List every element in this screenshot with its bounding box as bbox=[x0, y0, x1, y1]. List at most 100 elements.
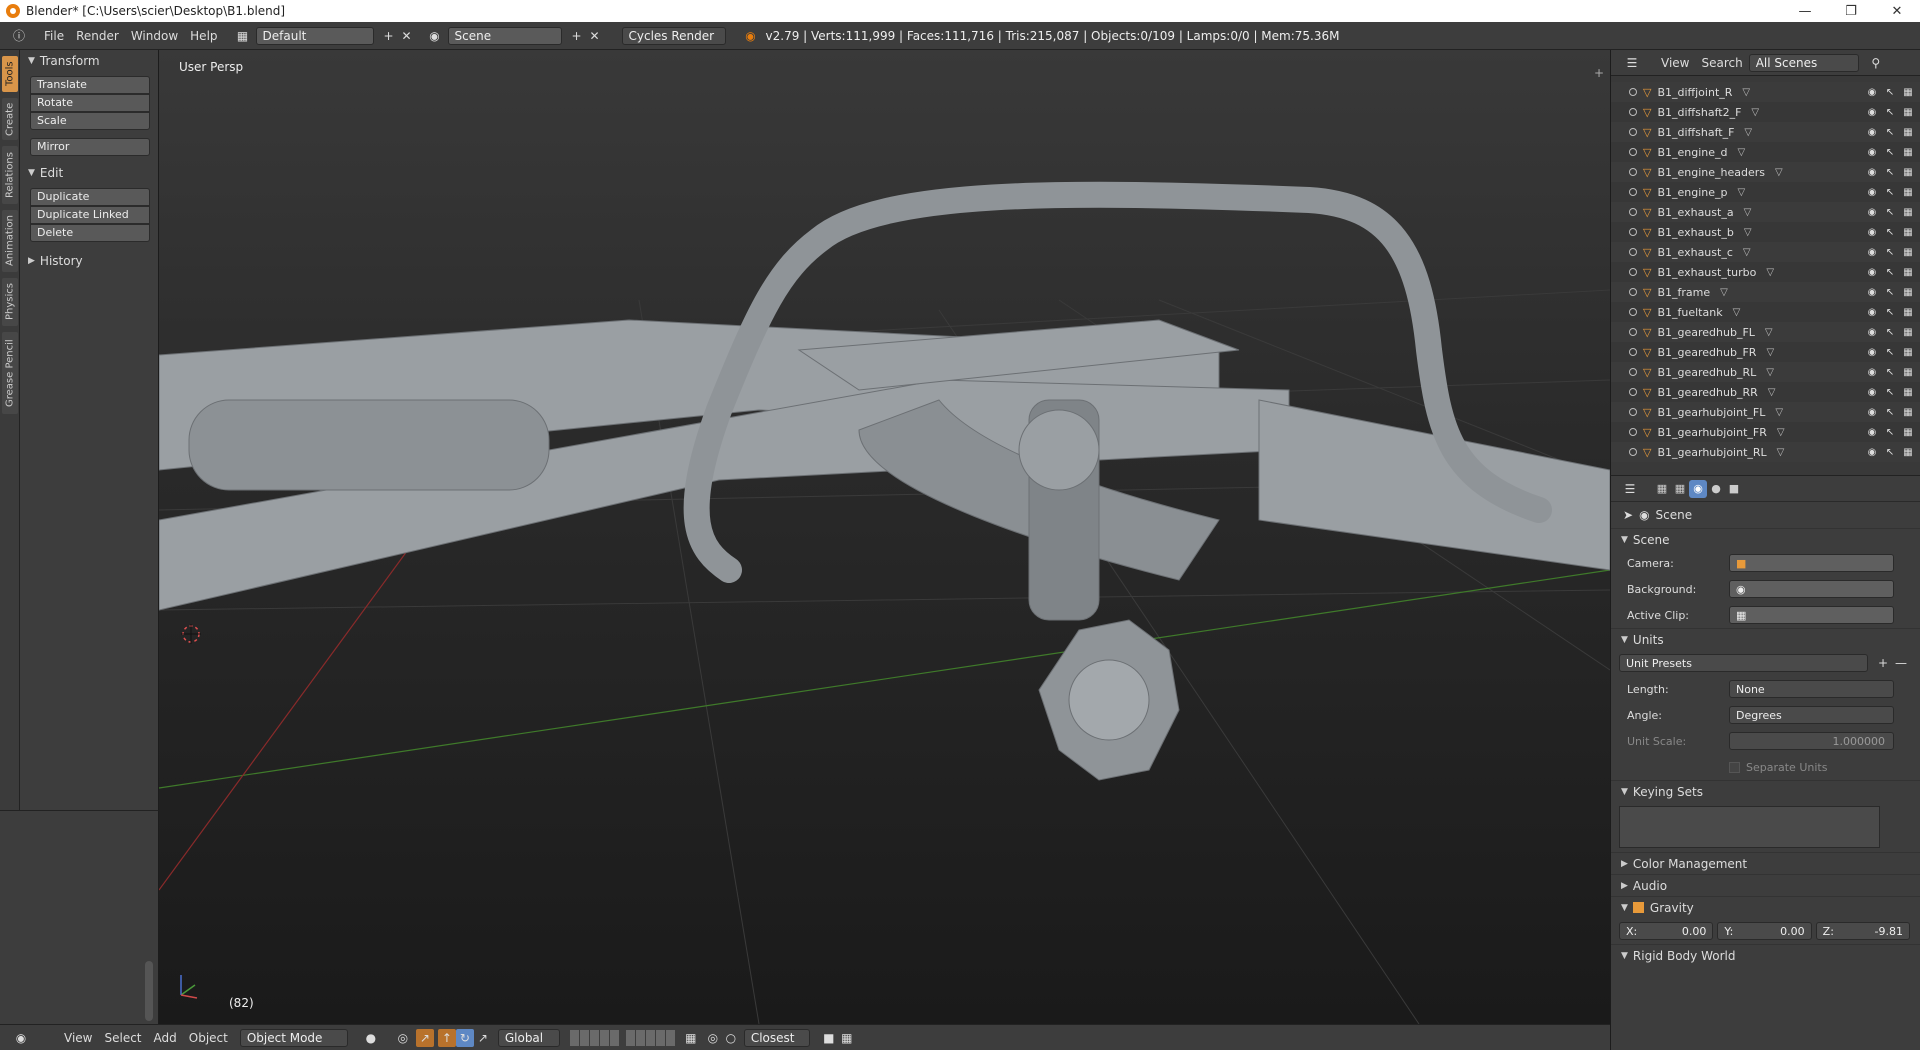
mirror-button[interactable]: Mirror bbox=[30, 138, 150, 156]
visibility-eye-icon[interactable]: ◉ bbox=[1866, 347, 1878, 358]
visibility-eye-icon[interactable]: ◉ bbox=[1866, 227, 1878, 238]
expand-icon[interactable] bbox=[1629, 188, 1637, 196]
expand-icon[interactable] bbox=[1629, 448, 1637, 456]
selectable-cursor-icon[interactable]: ↖ bbox=[1884, 427, 1896, 438]
gravity-checkbox[interactable] bbox=[1632, 902, 1644, 913]
outliner-row[interactable]: ▽ B1_gearhubjoint_RL ▽ ◉ ↖ ▦ bbox=[1611, 442, 1920, 462]
menu-view[interactable]: View bbox=[58, 1028, 98, 1048]
selectable-cursor-icon[interactable]: ↖ bbox=[1884, 167, 1896, 178]
expand-icon[interactable] bbox=[1629, 228, 1637, 236]
render-camera-icon[interactable]: ▦ bbox=[1902, 427, 1914, 438]
editor-type-icon[interactable]: ◉ bbox=[12, 1029, 30, 1047]
selectable-cursor-icon[interactable]: ↖ bbox=[1884, 107, 1896, 118]
visibility-eye-icon[interactable]: ◉ bbox=[1866, 147, 1878, 158]
maximize-icon[interactable]: ❐ bbox=[1828, 0, 1874, 22]
selectable-cursor-icon[interactable]: ↖ bbox=[1884, 247, 1896, 258]
screen-layout-icon[interactable]: ▦ bbox=[234, 27, 252, 45]
outliner-row[interactable]: ▽ B1_gearedhub_FL ▽ ◉ ↖ ▦ bbox=[1611, 322, 1920, 342]
visibility-eye-icon[interactable]: ◉ bbox=[1866, 167, 1878, 178]
proportional-edit-icon[interactable]: ◎ bbox=[704, 1029, 722, 1047]
outliner-row[interactable]: ▽ B1_gearedhub_RL ▽ ◉ ↖ ▦ bbox=[1611, 362, 1920, 382]
layers-row-a[interactable] bbox=[569, 1029, 620, 1046]
render-camera-icon[interactable]: ▦ bbox=[1902, 87, 1914, 98]
render-camera-icon[interactable]: ▦ bbox=[1902, 447, 1914, 458]
gravity-header[interactable]: ▼ Gravity bbox=[1611, 896, 1920, 918]
visibility-eye-icon[interactable]: ◉ bbox=[1866, 207, 1878, 218]
render-anim-icon[interactable]: ▦ bbox=[838, 1029, 856, 1047]
expand-icon[interactable] bbox=[1629, 148, 1637, 156]
outliner-row[interactable]: ▽ B1_engine_headers ▽ ◉ ↖ ▦ bbox=[1611, 162, 1920, 182]
selectable-cursor-icon[interactable]: ↖ bbox=[1884, 227, 1896, 238]
expand-icon[interactable] bbox=[1629, 308, 1637, 316]
render-engine-select[interactable]: Cycles Render bbox=[621, 26, 726, 45]
render-camera-icon[interactable]: ▦ bbox=[1902, 167, 1914, 178]
visibility-eye-icon[interactable]: ◉ bbox=[1866, 247, 1878, 258]
outliner-row[interactable]: ▽ B1_exhaust_b ▽ ◉ ↖ ▦ bbox=[1611, 222, 1920, 242]
selectable-cursor-icon[interactable]: ↖ bbox=[1884, 307, 1896, 318]
visibility-eye-icon[interactable]: ◉ bbox=[1866, 87, 1878, 98]
scene-field[interactable]: Scene bbox=[447, 26, 562, 45]
outliner-menu-view[interactable]: View bbox=[1655, 53, 1695, 73]
selectable-cursor-icon[interactable]: ↖ bbox=[1884, 367, 1896, 378]
gravity-z-field[interactable]: Z: -9.81 bbox=[1815, 922, 1910, 940]
render-camera-icon[interactable]: ▦ bbox=[1902, 367, 1914, 378]
scene-tab-icon[interactable]: ◉ bbox=[1689, 479, 1707, 498]
render-camera-icon[interactable]: ▦ bbox=[1902, 327, 1914, 338]
pivot-icon[interactable]: ◎ bbox=[394, 1029, 412, 1047]
outliner-row[interactable]: ▽ B1_gearedhub_RR ▽ ◉ ↖ ▦ bbox=[1611, 382, 1920, 402]
visibility-eye-icon[interactable]: ◉ bbox=[1866, 287, 1878, 298]
render-camera-icon[interactable]: ▦ bbox=[1902, 247, 1914, 258]
translate-manipulator-icon[interactable]: ↑ bbox=[437, 1028, 456, 1047]
color-management-header[interactable]: ▶ Color Management bbox=[1611, 852, 1920, 874]
object-tab-icon[interactable]: ■ bbox=[1725, 480, 1743, 498]
info-editor-icon[interactable]: ⓘ bbox=[10, 27, 28, 45]
visibility-eye-icon[interactable]: ◉ bbox=[1866, 267, 1878, 278]
outliner-row[interactable]: ▽ B1_fueltank ▽ ◉ ↖ ▦ bbox=[1611, 302, 1920, 322]
menu-add[interactable]: Add bbox=[148, 1028, 183, 1048]
gravity-x-field[interactable]: X: 0.00 bbox=[1619, 922, 1714, 940]
render-camera-icon[interactable]: ▦ bbox=[1902, 387, 1914, 398]
properties-editor-icon[interactable]: ☰ bbox=[1621, 480, 1639, 498]
render-still-icon[interactable]: ■ bbox=[820, 1029, 838, 1047]
scrollbar[interactable] bbox=[145, 961, 153, 1021]
keying-sets-list[interactable] bbox=[1619, 806, 1880, 848]
expand-icon[interactable] bbox=[1629, 368, 1637, 376]
close-icon[interactable]: ✕ bbox=[1874, 0, 1920, 22]
manipulator-icon[interactable]: ↗ bbox=[415, 1028, 434, 1047]
visibility-eye-icon[interactable]: ◉ bbox=[1866, 307, 1878, 318]
world-tab-icon[interactable]: ● bbox=[1707, 480, 1725, 498]
tab-tools[interactable]: Tools bbox=[2, 56, 18, 92]
history-panel-header[interactable]: ▶ History bbox=[20, 250, 158, 272]
rigid-body-world-header[interactable]: ▼ Rigid Body World bbox=[1611, 944, 1920, 966]
duplicate-button[interactable]: Duplicate bbox=[30, 188, 150, 206]
expand-icon[interactable] bbox=[1629, 108, 1637, 116]
expand-icon[interactable] bbox=[1629, 328, 1637, 336]
render-camera-icon[interactable]: ▦ bbox=[1902, 227, 1914, 238]
snap-target-select[interactable]: Closest bbox=[743, 1028, 810, 1047]
layout-field[interactable]: Default bbox=[255, 26, 374, 45]
render-camera-icon[interactable]: ▦ bbox=[1902, 267, 1914, 278]
gravity-y-field[interactable]: Y: 0.00 bbox=[1717, 922, 1812, 940]
outliner-row[interactable]: ▽ B1_gearhubjoint_FL ▽ ◉ ↖ ▦ bbox=[1611, 402, 1920, 422]
rotate-manipulator-icon[interactable]: ↻ bbox=[455, 1028, 474, 1047]
add-scene-icon[interactable]: + bbox=[568, 27, 586, 45]
units-panel-header[interactable]: ▼ Units bbox=[1611, 628, 1920, 650]
render-camera-icon[interactable]: ▦ bbox=[1902, 207, 1914, 218]
expand-icon[interactable] bbox=[1629, 348, 1637, 356]
outliner-row[interactable]: ▽ B1_frame ▽ ◉ ↖ ▦ bbox=[1611, 282, 1920, 302]
translate-button[interactable]: Translate bbox=[30, 76, 150, 94]
visibility-eye-icon[interactable]: ◉ bbox=[1866, 327, 1878, 338]
length-select[interactable]: None bbox=[1729, 680, 1894, 698]
menu-help[interactable]: Help bbox=[184, 26, 223, 46]
tab-create[interactable]: Create bbox=[2, 98, 18, 140]
keying-sets-header[interactable]: ▼ Keying Sets bbox=[1611, 780, 1920, 802]
outliner-row[interactable]: ▽ B1_exhaust_turbo ▽ ◉ ↖ ▦ bbox=[1611, 262, 1920, 282]
tab-relations[interactable]: Relations bbox=[2, 146, 18, 204]
minimize-icon[interactable]: — bbox=[1782, 0, 1828, 22]
transform-panel-header[interactable]: ▼ Transform bbox=[20, 50, 158, 72]
unit-scale-field[interactable]: 1.000000 bbox=[1729, 732, 1894, 750]
search-icon[interactable]: ⚲ bbox=[1867, 54, 1885, 72]
outliner-row[interactable]: ▽ B1_gearhubjoint_FR ▽ ◉ ↖ ▦ bbox=[1611, 422, 1920, 442]
selectable-cursor-icon[interactable]: ↖ bbox=[1884, 267, 1896, 278]
selectable-cursor-icon[interactable]: ↖ bbox=[1884, 207, 1896, 218]
